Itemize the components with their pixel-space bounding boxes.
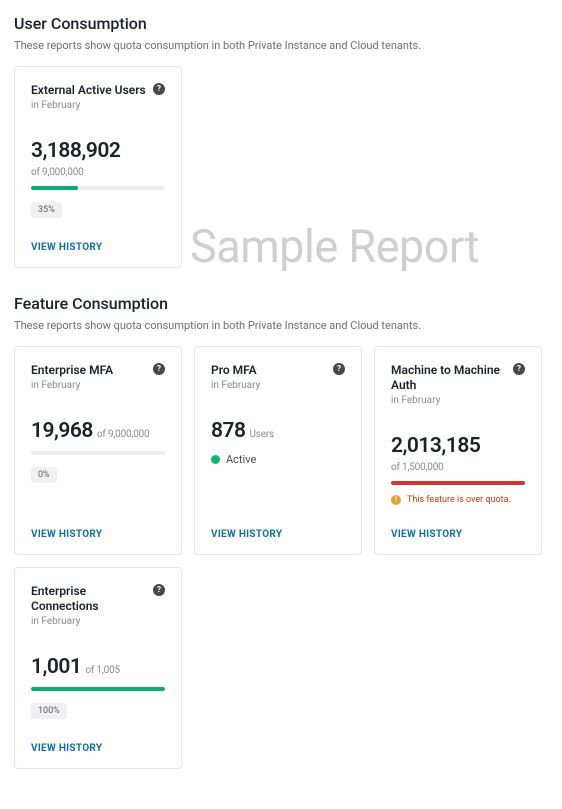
help-icon[interactable]: ? (333, 363, 345, 375)
user-consumption-cards: External Active Users in February ? 3,18… (14, 66, 548, 268)
view-history-link[interactable]: VIEW HISTORY (31, 529, 165, 540)
card-period: in February (31, 100, 146, 111)
help-icon[interactable]: ? (153, 584, 165, 596)
percent-badge: 0% (31, 467, 57, 483)
warning-text: This feature is over quota. (407, 495, 511, 505)
section-user-consumption: User Consumption These reports show quot… (14, 14, 548, 268)
help-icon[interactable]: ? (153, 83, 165, 95)
metric-value: 2,013,185 (391, 434, 480, 458)
card-period: in February (391, 395, 507, 406)
card-pro-mfa: Pro MFA in February ? 878 Users Active V… (194, 346, 362, 555)
metric-value: 19,968 (31, 419, 93, 443)
metric-of: of 1,005 (85, 665, 120, 676)
warning-icon: ! (391, 495, 401, 505)
status-label: Active (226, 453, 256, 466)
progress-fill (31, 687, 165, 691)
progress-bar (31, 687, 165, 691)
metric-of: of 9,000,000 (97, 429, 150, 440)
card-period: in February (31, 380, 113, 391)
metric-of: of 1,500,000 (391, 462, 444, 473)
view-history-link[interactable]: VIEW HISTORY (391, 529, 525, 540)
progress-bar (31, 186, 165, 190)
card-title: Enterprise Connections (31, 584, 147, 614)
section-feature-consumption: Feature Consumption These reports show q… (14, 294, 548, 769)
card-title: External Active Users (31, 83, 146, 98)
progress-bar (391, 481, 525, 485)
section-title: User Consumption (14, 14, 548, 33)
help-icon[interactable]: ? (513, 363, 525, 375)
card-period: in February (31, 616, 147, 627)
status-active-icon (211, 455, 220, 464)
help-icon[interactable]: ? (153, 363, 165, 375)
card-title: Machine to Machine Auth (391, 363, 507, 393)
progress-fill (391, 481, 525, 485)
card-title: Pro MFA (211, 363, 260, 378)
metric-value: 878 (211, 419, 246, 443)
card-title: Enterprise MFA (31, 363, 113, 378)
view-history-link[interactable]: VIEW HISTORY (211, 529, 345, 540)
over-quota-warning: ! This feature is over quota. (391, 495, 525, 505)
metric-value: 3,188,902 (31, 139, 120, 163)
progress-bar (31, 451, 165, 455)
section-description: These reports show quota consumption in … (14, 39, 548, 52)
card-external-active-users: External Active Users in February ? 3,18… (14, 66, 182, 268)
card-period: in February (211, 380, 260, 391)
percent-badge: 100% (31, 703, 67, 719)
feature-consumption-cards: Enterprise MFA in February ? 19,968 of 9… (14, 346, 548, 769)
metric-value: 1,001 (31, 655, 81, 679)
progress-fill (31, 186, 78, 190)
card-enterprise-mfa: Enterprise MFA in February ? 19,968 of 9… (14, 346, 182, 555)
view-history-link[interactable]: VIEW HISTORY (31, 242, 165, 253)
metric-unit: Users (250, 429, 275, 440)
percent-badge: 35% (31, 202, 62, 218)
card-enterprise-connections: Enterprise Connections in February ? 1,0… (14, 567, 182, 769)
section-description: These reports show quota consumption in … (14, 319, 548, 332)
status-row: Active (211, 453, 345, 466)
view-history-link[interactable]: VIEW HISTORY (31, 743, 165, 754)
metric-of: of 9,000,000 (31, 167, 84, 178)
section-title: Feature Consumption (14, 294, 548, 313)
card-m2m-auth: Machine to Machine Auth in February ? 2,… (374, 346, 542, 555)
